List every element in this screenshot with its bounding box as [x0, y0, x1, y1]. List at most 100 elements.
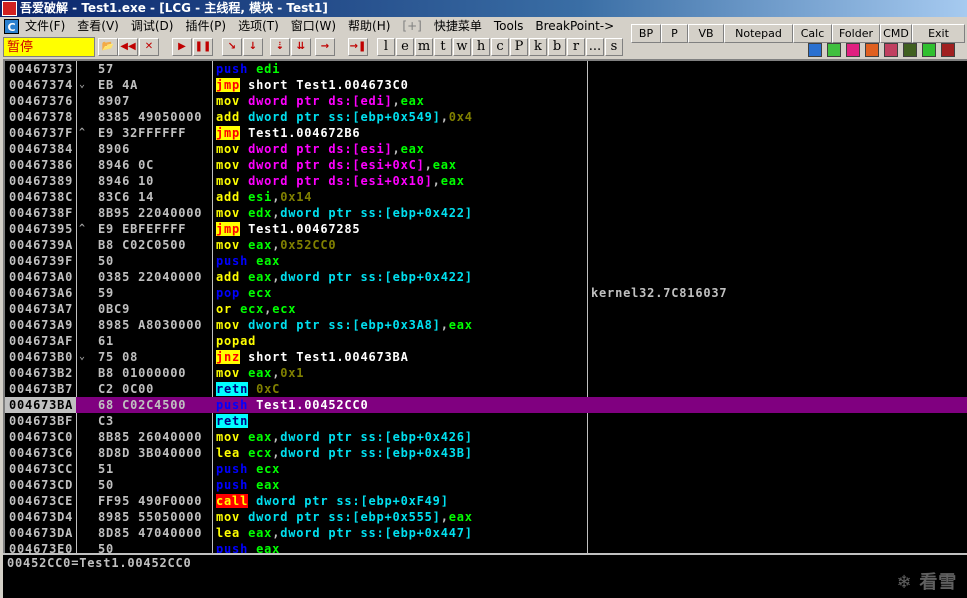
menu-item[interactable]: 插件(P) — [185, 17, 226, 36]
disasm-row[interactable]: 004673BA 68 C02C4500 push Test1.00452CC0 — [5, 397, 967, 413]
disasm-row[interactable]: 004673DA 8D85 47040000 lea eax,dword ptr s… — [5, 525, 967, 541]
rewind-button[interactable]: ◀◀ — [118, 38, 138, 56]
disasm-row[interactable]: 004673A6 59 pop ecx kernel32.7C816037 — [5, 285, 967, 301]
toolbar-letter-button[interactable]: b — [548, 38, 566, 56]
menu-item[interactable]: 查看(V) — [77, 17, 119, 36]
menu-item[interactable]: [+] — [402, 17, 421, 36]
disasm-row[interactable]: 004673C6 8D8D 3B040000 lea ecx,dword ptr s… — [5, 445, 967, 461]
menu-item[interactable]: 选项(T) — [238, 17, 279, 36]
toolbar-button-bp[interactable]: BP — [631, 24, 661, 43]
toolbar-button-exit[interactable]: Exit — [912, 24, 965, 43]
toolbar-letter-button[interactable]: c — [491, 38, 509, 56]
step-into-button[interactable]: ↘ — [222, 38, 242, 56]
disasm-row[interactable]: 00467389 8946 10 mov dword ptr ds:[esi+0x1… — [5, 173, 967, 189]
disassembly-cell: add esi,0x14 — [216, 189, 586, 205]
disasm-row[interactable]: 00467386 8946 0C mov dword ptr ds:[esi+0xC… — [5, 157, 967, 173]
operand: , — [440, 110, 449, 124]
disasm-row[interactable]: 00467374 ⌄ EB 4A jmp short Test1.004673C0 — [5, 77, 967, 93]
toolbar-letter-button[interactable]: e — [396, 38, 414, 56]
execute-till-return-button[interactable]: → — [315, 38, 335, 56]
toolbar-letter-button[interactable]: m — [415, 38, 433, 56]
disasm-row[interactable]: 0046739F 50 push eax — [5, 253, 967, 269]
step-over-button[interactable]: ↓ — [243, 38, 263, 56]
toolbar-letter-button[interactable]: t — [434, 38, 452, 56]
disasm-row[interactable]: 0046738C 83C6 14 add esi,0x14 — [5, 189, 967, 205]
operand: , — [432, 174, 441, 188]
disasm-row[interactable]: 00467384 8906 mov dword ptr ds:[esi],eax — [5, 141, 967, 157]
plugin-icon[interactable] — [808, 43, 822, 57]
run-button[interactable]: ▶ — [172, 38, 192, 56]
trace-into-button[interactable]: ⇣ — [270, 38, 290, 56]
address-cell: 00467389 — [9, 174, 74, 188]
disasm-row[interactable]: 00467378 8385 49050000 add dword ptr ss:[e… — [5, 109, 967, 125]
plugin-icon[interactable] — [827, 43, 841, 57]
close-button[interactable]: ✕ — [139, 38, 159, 56]
disasm-row[interactable]: 004673A9 8985 A8030000 mov dword ptr ss:[e… — [5, 317, 967, 333]
plugin-icon[interactable] — [922, 43, 936, 57]
menu-item[interactable]: BreakPoint-> — [535, 17, 614, 36]
hex-dump-cell: 8385 49050000 — [98, 110, 203, 124]
toolbar-letter-button[interactable]: k — [529, 38, 547, 56]
toolbar-button-calc[interactable]: Calc — [793, 24, 832, 43]
menu-item[interactable]: Tools — [494, 17, 524, 36]
toolbar-letter-button[interactable]: l — [377, 38, 395, 56]
disasm-row[interactable]: 004673D4 8985 55050000 mov dword ptr ss:[e… — [5, 509, 967, 525]
disasm-row[interactable]: 004673BF C3 retn — [5, 413, 967, 429]
disasm-row[interactable]: 004673A0 0385 22040000 add eax,dword ptr s… — [5, 269, 967, 285]
go-to-button[interactable]: →❚ — [348, 38, 368, 56]
disasm-row[interactable]: 004673A7 0BC9 or ecx,ecx — [5, 301, 967, 317]
disasm-row[interactable]: 00467395 ^ E9 EBFEFFFF jmp Test1.00467285 — [5, 221, 967, 237]
address-cell: 0046737F — [9, 126, 74, 140]
disasm-row[interactable]: 0046738F 8B95 22040000 mov edx,dword ptr s… — [5, 205, 967, 221]
toolbar-button-p[interactable]: P — [661, 24, 688, 43]
toolbar-letter-button[interactable]: w — [453, 38, 471, 56]
address-cell: 004673CD — [9, 478, 74, 492]
toolbar-button-notepad[interactable]: Notepad — [724, 24, 793, 43]
menu-item[interactable]: 文件(F) — [25, 17, 65, 36]
menu-item[interactable]: 快捷菜单 — [434, 17, 482, 36]
plugin-icon[interactable] — [865, 43, 879, 57]
toolbar-letter-button[interactable]: s — [605, 38, 623, 56]
disasm-row[interactable]: 004673CC 51 push ecx — [5, 461, 967, 477]
disasm-row[interactable]: 0046739A B8 C02C0500 mov eax,0x52CC0 — [5, 237, 967, 253]
open-button[interactable]: 📂 — [98, 38, 118, 56]
disassembly-pane[interactable]: 00467373 57 push edi 00467374 ⌄ EB 4A jmp shor… — [3, 59, 967, 553]
disasm-row[interactable]: 004673B2 B8 01000000 mov eax,0x1 — [5, 365, 967, 381]
operand: Test1.00452CC0 — [248, 398, 369, 412]
menu-item[interactable]: 调试(D) — [131, 17, 174, 36]
plugin-icon[interactable] — [941, 43, 955, 57]
disasm-row[interactable]: 004673CE FF95 490F0000 call dword ptr ss:[… — [5, 493, 967, 509]
disasm-row[interactable]: 00467373 57 push edi — [5, 61, 967, 77]
cpu-logo-icon[interactable]: C — [4, 19, 19, 34]
toolbar-button-vb[interactable]: VB — [688, 24, 724, 43]
info-text: 00452CC0=Test1.00452CC0 — [7, 556, 192, 570]
disasm-row[interactable]: 004673AF 61 popad — [5, 333, 967, 349]
trace-over-button[interactable]: ⇊ — [291, 38, 311, 56]
plugin-icon[interactable] — [884, 43, 898, 57]
pause-button[interactable]: ❚❚ — [193, 38, 213, 56]
disasm-row[interactable]: 0046737F ^ E9 32FFFFFF jmp Test1.004672B6 — [5, 125, 967, 141]
operand: 0x52CC0 — [280, 238, 337, 252]
toolbar-letter-button[interactable]: P — [510, 38, 528, 56]
disasm-row[interactable]: 00467376 8907 mov dword ptr ds:[edi],eax — [5, 93, 967, 109]
disasm-row[interactable]: 004673B7 C2 0C00 retn 0xC — [5, 381, 967, 397]
hex-dump-cell: 8946 0C — [98, 158, 155, 172]
disasm-row[interactable]: 004673E0 50 push eax — [5, 541, 967, 553]
hex-dump-cell: 8946 10 — [98, 174, 155, 188]
disasm-row[interactable]: 004673B0 ⌄ 75 08 jnz short Test1.004673BA — [5, 349, 967, 365]
address-cell: 004673A6 — [9, 286, 74, 300]
plugin-icon[interactable] — [846, 43, 860, 57]
disasm-row[interactable]: 004673CD 50 push eax — [5, 477, 967, 493]
toolbar-letter-button[interactable]: ... — [586, 38, 604, 56]
toolbar-letter-button[interactable]: r — [567, 38, 585, 56]
toolbar-letter-button[interactable]: h — [472, 38, 490, 56]
plugin-icon[interactable] — [903, 43, 917, 57]
disassembly-cell: or ecx,ecx — [216, 301, 586, 317]
address-cell: 004673B2 — [9, 366, 74, 380]
menu-item[interactable]: 窗口(W) — [291, 17, 336, 36]
disasm-row[interactable]: 004673C0 8B85 26040000 mov eax,dword ptr s… — [5, 429, 967, 445]
toolbar-button-cmd[interactable]: CMD — [880, 24, 912, 43]
menu-item[interactable]: 帮助(H) — [348, 17, 390, 36]
toolbar-button-folder[interactable]: Folder — [832, 24, 880, 43]
mnemonic: push — [216, 62, 249, 76]
